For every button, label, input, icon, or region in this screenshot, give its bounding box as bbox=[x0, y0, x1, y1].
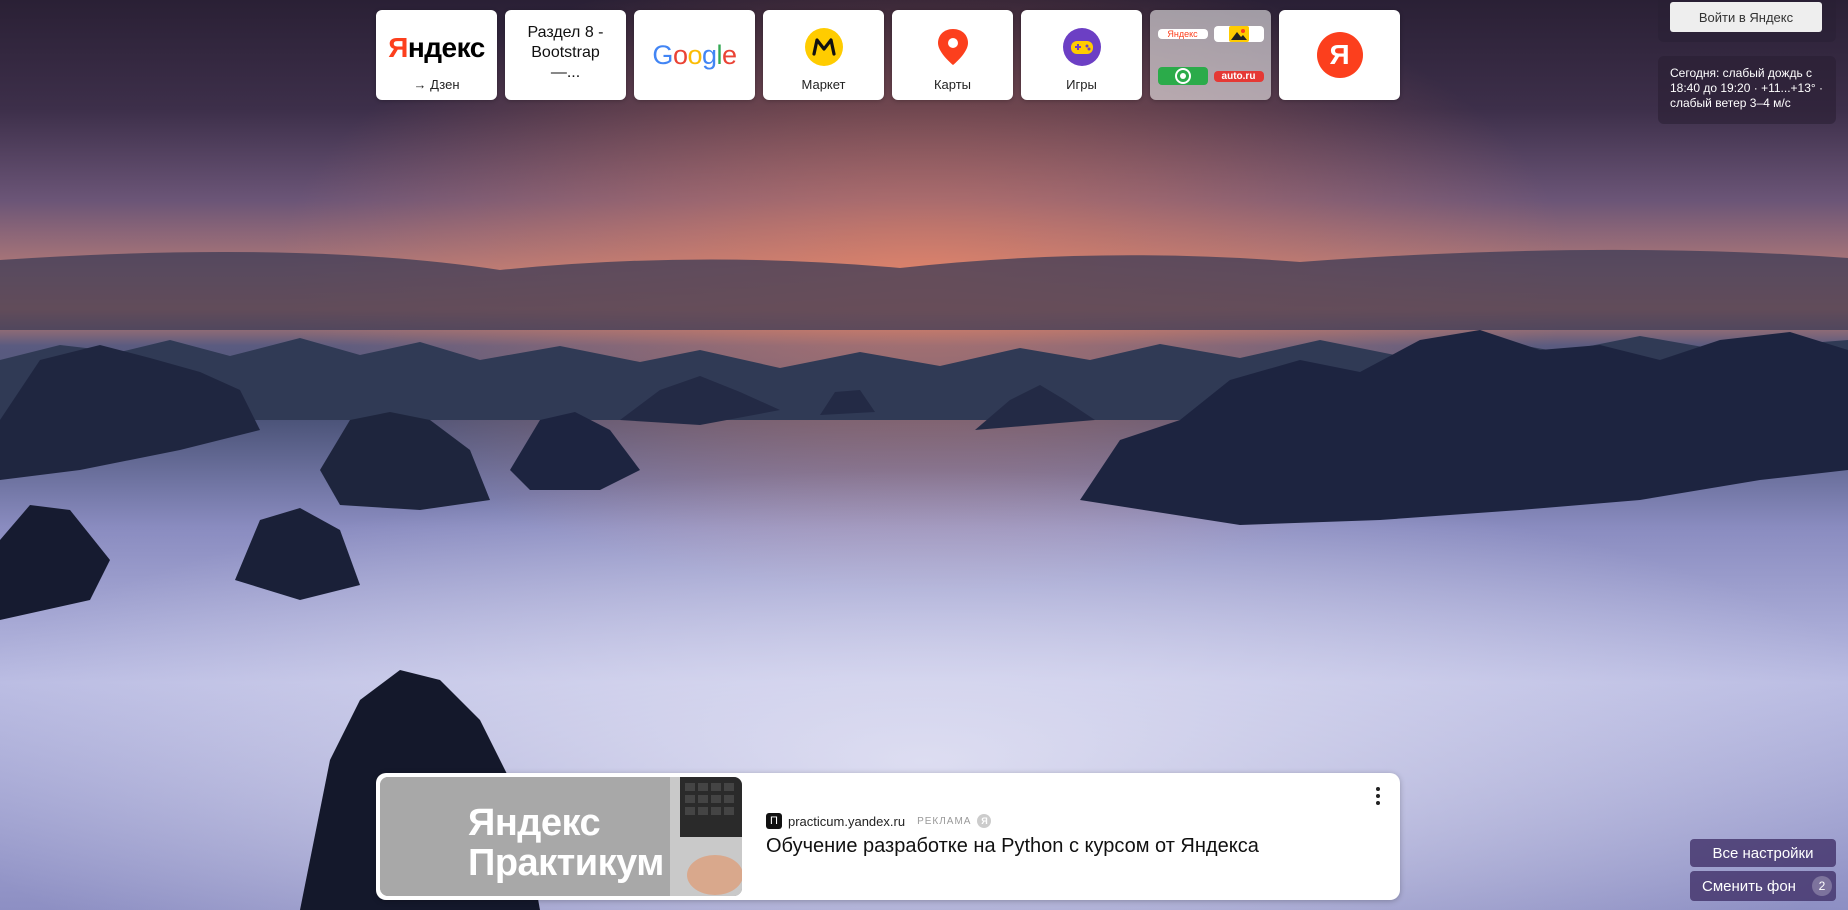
tile-games[interactable]: Игры bbox=[1021, 10, 1142, 100]
ad-source: П practicum.yandex.ru РЕКЛАМА Я bbox=[766, 813, 992, 829]
tile-market[interactable]: Маркет bbox=[763, 10, 884, 100]
yandex-round-icon: Я bbox=[1316, 32, 1363, 78]
tile-caption: → Дзен bbox=[413, 77, 460, 92]
yandex-logo: Яндекс bbox=[388, 32, 485, 63]
background-count-badge: 2 bbox=[1812, 876, 1832, 896]
tile-maps[interactable]: Карты bbox=[892, 10, 1013, 100]
yandex-badge-icon: Я bbox=[977, 814, 992, 828]
tile-caption: Карты bbox=[933, 77, 972, 92]
speed-dial: Яндекс → Дзен Раздел 8 - Bootstrap —... … bbox=[376, 10, 1400, 100]
mini-green-app[interactable] bbox=[1157, 67, 1208, 85]
tile-yandex[interactable]: Я bbox=[1279, 10, 1400, 100]
ad-card[interactable]: Яндекс Практикум П practicum.yandex.ru Р… bbox=[376, 773, 1400, 900]
ad-domain[interactable]: practicum.yandex.ru bbox=[788, 814, 905, 829]
more-options-icon[interactable] bbox=[1374, 787, 1382, 805]
mini-yandex[interactable]: Яндекс bbox=[1157, 29, 1208, 39]
green-swirl-icon bbox=[1174, 68, 1191, 84]
market-icon bbox=[804, 28, 843, 66]
image-icon bbox=[1228, 26, 1249, 42]
all-settings-button[interactable]: Все настройки bbox=[1690, 839, 1836, 867]
practicum-favicon-icon: П bbox=[766, 813, 782, 829]
tile-google[interactable]: Google bbox=[634, 10, 755, 100]
weather-widget[interactable]: Сегодня: слабый дождь с 18:40 до 19:20 ·… bbox=[1658, 56, 1836, 124]
tile-caption: Игры bbox=[1066, 77, 1097, 92]
change-background-button[interactable]: Сменить фон 2 bbox=[1690, 871, 1836, 901]
map-pin-icon bbox=[937, 29, 968, 65]
tile-bootstrap[interactable]: Раздел 8 - Bootstrap —... bbox=[505, 10, 626, 100]
ad-brand-text: Яндекс Практикум bbox=[468, 802, 664, 884]
mini-auto-ru[interactable]: auto.ru bbox=[1213, 70, 1264, 82]
ad-label: РЕКЛАМА bbox=[917, 815, 972, 827]
tile-yandex-dzen[interactable]: Яндекс → Дзен bbox=[376, 10, 497, 100]
gamepad-icon bbox=[1062, 28, 1101, 66]
mini-images[interactable] bbox=[1213, 26, 1264, 42]
change-background-label: Сменить фон bbox=[1702, 877, 1796, 895]
tile-title: Раздел 8 - Bootstrap —... bbox=[527, 24, 604, 81]
login-button[interactable]: Войти в Яндекс bbox=[1670, 2, 1822, 32]
ad-image[interactable]: Яндекс Практикум bbox=[380, 777, 742, 896]
ad-title[interactable]: Обучение разработке на Python с курсом о… bbox=[766, 835, 1259, 858]
tile-group[interactable]: Яндекс auto.ru bbox=[1150, 10, 1271, 100]
tile-caption: Маркет bbox=[801, 77, 846, 92]
google-logo: Google bbox=[652, 39, 737, 70]
